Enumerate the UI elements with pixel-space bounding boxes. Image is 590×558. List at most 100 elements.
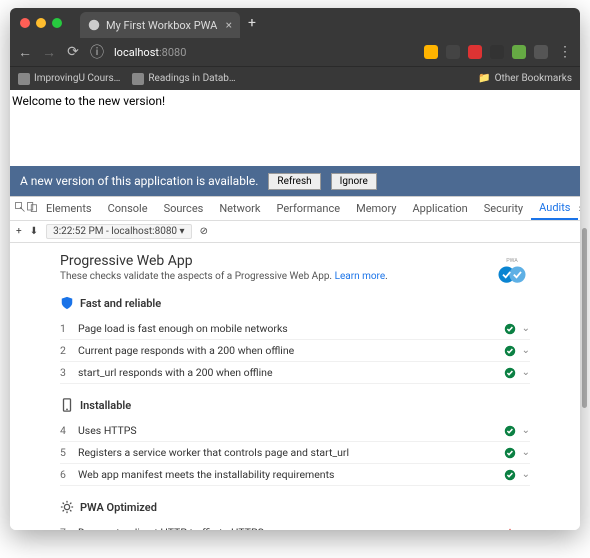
audit-section: PWA Optimized7Does not redirect HTTP tra… (60, 500, 530, 530)
chevron-down-icon[interactable]: ⌄ (522, 469, 530, 480)
maximize-window-button[interactable] (52, 18, 62, 28)
check-icon (504, 345, 516, 357)
extension-icon[interactable] (468, 45, 482, 59)
bookmark-item[interactable]: Readings in Datab… (132, 73, 235, 85)
audit-text: start_url responds with a 200 when offli… (78, 366, 504, 379)
browser-window: My First Workbox PWA × + ← → ⟳ ⓘ localho… (10, 8, 580, 530)
close-window-button[interactable] (20, 18, 30, 28)
chevron-down-icon[interactable]: ⌄ (522, 425, 530, 436)
check-icon (504, 447, 516, 459)
section-name: Fast and reliable (80, 297, 161, 310)
learn-more-link[interactable]: Learn more (335, 271, 386, 282)
bookmark-favicon (18, 73, 30, 85)
new-tab-button[interactable]: + (248, 15, 256, 31)
check-icon (504, 425, 516, 437)
nav-back-icon[interactable]: ← (18, 44, 32, 61)
titlebar: My First Workbox PWA × + (10, 8, 580, 38)
site-info-icon[interactable]: ⓘ (90, 42, 104, 62)
url-display[interactable]: localhost:8080 (114, 46, 186, 59)
audit-title: Progressive Web App (60, 253, 530, 269)
audit-row[interactable]: 7Does not redirect HTTP traffic to HTTPS… (60, 522, 530, 530)
update-banner: A new version of this application is ava… (10, 166, 580, 196)
devtools-tab-memory[interactable]: Memory (348, 197, 404, 220)
audit-row[interactable]: 2Current page responds with a 200 when o… (60, 340, 530, 362)
welcome-text: Welcome to the new version! (12, 94, 165, 108)
extension-icons (424, 45, 548, 59)
browser-tab[interactable]: My First Workbox PWA × (80, 12, 240, 38)
audit-status: ⌄ (504, 447, 530, 459)
devtools-more-tabs[interactable]: » (578, 202, 580, 215)
devtools-tab-console[interactable]: Console (100, 197, 156, 220)
chevron-down-icon[interactable]: ⌄ (522, 527, 530, 530)
audit-number: 5 (60, 446, 78, 459)
chevron-down-icon[interactable]: ⌄ (522, 323, 530, 334)
audit-status: ⌄ (504, 323, 530, 335)
extension-icon[interactable] (490, 45, 504, 59)
audit-row[interactable]: 3start_url responds with a 200 when offl… (60, 362, 530, 384)
nav-forward-icon[interactable]: → (42, 44, 56, 61)
audit-number: 2 (60, 344, 78, 357)
banner-text: A new version of this application is ava… (20, 174, 258, 188)
inspect-icon[interactable] (14, 201, 26, 216)
devtools-panel: ElementsConsoleSourcesNetworkPerformance… (10, 196, 580, 530)
ignore-button[interactable]: Ignore (331, 173, 377, 190)
audits-toolbar: + ⬇ 3:22:52 PM - localhost:8080 ▾ ⊘ (10, 221, 580, 243)
audit-text: Registers a service worker that controls… (78, 446, 504, 459)
audit-row[interactable]: 5Registers a service worker that control… (60, 442, 530, 464)
tab-title: My First Workbox PWA (106, 19, 217, 32)
devtools-tab-security[interactable]: Security (476, 197, 531, 220)
audit-status: ⌄ (504, 527, 530, 531)
bookmark-item[interactable]: ImprovingU Cours… (18, 73, 120, 85)
folder-icon: 📁 (478, 73, 490, 84)
chevron-down-icon[interactable]: ⌄ (522, 345, 530, 356)
url-host: localhost (114, 46, 159, 59)
toolbar-clear-icon[interactable]: ⊘ (200, 226, 208, 237)
bookmarks-bar: ImprovingU Cours… Readings in Datab… 📁 Ot… (10, 66, 580, 90)
other-bookmarks[interactable]: 📁 Other Bookmarks (478, 73, 572, 84)
devtools-tabs: ElementsConsoleSourcesNetworkPerformance… (10, 197, 580, 221)
nav-reload-icon[interactable]: ⟳ (66, 44, 80, 60)
toolbar-run-select[interactable]: 3:22:52 PM - localhost:8080 ▾ (46, 224, 191, 239)
audit-subtitle-period: . (385, 271, 388, 282)
audit-text: Page load is fast enough on mobile netwo… (78, 322, 504, 335)
device-icon (60, 398, 74, 412)
audit-text: Current page responds with a 200 when of… (78, 344, 504, 357)
browser-menu-icon[interactable]: ⋮ (558, 44, 572, 60)
chevron-down-icon[interactable]: ⌄ (522, 447, 530, 458)
devtools-tab-sources[interactable]: Sources (156, 197, 212, 220)
extension-icon[interactable] (512, 45, 526, 59)
url-port: :8080 (159, 46, 186, 59)
pwa-score-badge: PWA (494, 253, 530, 289)
devtools-tab-performance[interactable]: Performance (268, 197, 348, 220)
audit-text: Uses HTTPS (78, 424, 504, 437)
extension-icon[interactable] (424, 45, 438, 59)
audit-row[interactable]: 1Page load is fast enough on mobile netw… (60, 318, 530, 340)
audit-section: Installable4Uses HTTPS⌄5Registers a serv… (60, 398, 530, 486)
devtools-tab-audits[interactable]: Audits (531, 197, 578, 220)
extension-icon[interactable] (534, 45, 548, 59)
audit-row[interactable]: 6Web app manifest meets the installabili… (60, 464, 530, 486)
toolbar-new-audit-icon[interactable]: + (16, 226, 22, 237)
device-toggle-icon[interactable] (26, 201, 38, 216)
devtools-tab-application[interactable]: Application (404, 197, 475, 220)
chevron-down-icon[interactable]: ⌄ (522, 367, 530, 378)
devtools-tab-elements[interactable]: Elements (38, 197, 100, 220)
tab-close-button[interactable]: × (226, 18, 232, 32)
audit-number: 7 (60, 526, 78, 530)
audit-number: 4 (60, 424, 78, 437)
audit-row[interactable]: 4Uses HTTPS ⌄ (60, 420, 530, 442)
minimize-window-button[interactable] (36, 18, 46, 28)
audit-subtitle-text: These checks validate the aspects of a P… (60, 271, 335, 282)
toolbar-download-icon[interactable]: ⬇ (30, 226, 38, 237)
extension-icon[interactable] (446, 45, 460, 59)
audit-text: Web app manifest meets the installabilit… (78, 468, 504, 481)
bookmark-label: Readings in Datab… (148, 73, 235, 84)
bookmark-favicon (132, 73, 144, 85)
check-icon (504, 367, 516, 379)
audit-status: ⌄ (504, 367, 530, 379)
devtools-tab-network[interactable]: Network (211, 197, 268, 220)
audit-subtitle: These checks validate the aspects of a P… (60, 271, 530, 282)
refresh-button[interactable]: Refresh (268, 173, 320, 190)
address-bar: ← → ⟳ ⓘ localhost:8080 ⋮ (10, 38, 580, 66)
audit-status: ⌄ (504, 425, 530, 437)
